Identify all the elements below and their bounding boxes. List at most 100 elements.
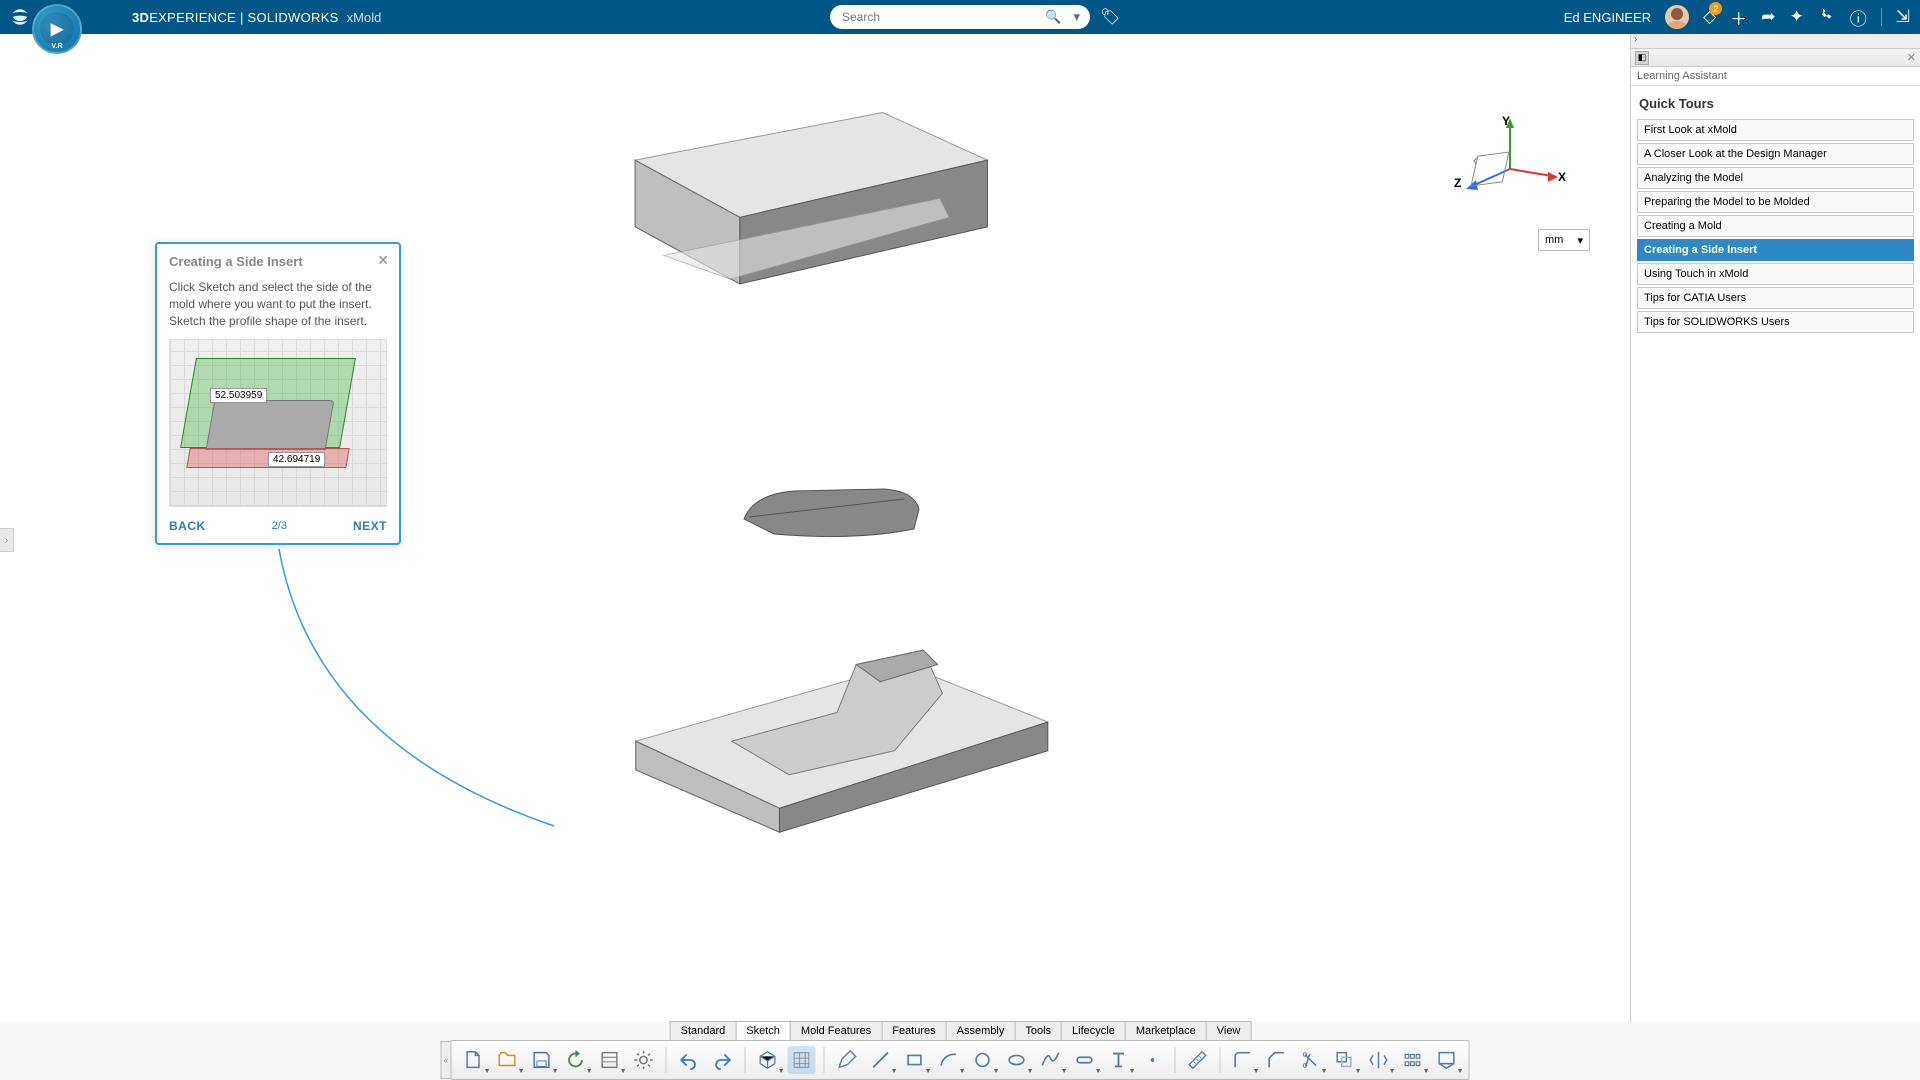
command-tab[interactable]: Mold Features [790,1021,882,1040]
panel-title: Learning Assistant [1631,67,1920,86]
search-icon[interactable]: 🔍 [1039,9,1067,25]
chevron-down-icon: ▼ [778,1068,785,1075]
tool-spline[interactable]: ▼ [1037,1046,1065,1074]
tour-item[interactable]: Creating a Side Insert [1637,239,1914,261]
app-header: ▶ V.R 3DEXPERIENCE | SOLIDWORKS xMold 🔍 … [0,0,1920,34]
brand-prefix: 3D [132,10,149,25]
share-icon[interactable]: ➦ [1761,7,1775,27]
expand-left-handle[interactable]: › [0,528,14,552]
close-icon[interactable]: ✕ [377,252,389,269]
tool-undo[interactable] [675,1046,703,1074]
tool-trim[interactable]: ▼ [1297,1046,1325,1074]
tool-settings[interactable] [630,1046,658,1074]
tool-rect[interactable]: ▼ [901,1046,929,1074]
tool-properties[interactable]: ▼ [596,1046,624,1074]
command-tab[interactable]: Standard [670,1021,737,1040]
compass-play-icon: ▶ [40,12,74,46]
tool-view-orient[interactable]: ▼ [754,1046,782,1074]
collab-icon[interactable] [1818,6,1836,29]
search-input[interactable] [842,10,1039,24]
command-tab[interactable]: Features [881,1021,946,1040]
network-icon[interactable]: ✦ [1790,7,1804,27]
tool-redo[interactable] [709,1046,737,1074]
tool-mirror[interactable]: ▼ [1365,1046,1393,1074]
assistant-tab-icon[interactable]: ◧ [1635,51,1649,65]
tag-icon[interactable]: 🏷 [1100,7,1120,27]
tool-new[interactable]: ▼ [460,1046,488,1074]
tour-item[interactable]: Creating a Mold [1637,215,1914,237]
tool-line[interactable]: ▼ [867,1046,895,1074]
toolbar-expand-handle[interactable]: « [441,1041,451,1079]
units-value: mm [1545,234,1563,246]
notification-icon[interactable]: ◇2 [1703,7,1716,27]
tool-pattern[interactable]: ▼ [1399,1046,1427,1074]
units-dropdown[interactable]: mm▾ [1538,229,1590,251]
tool-chamfer-sk[interactable] [1263,1046,1291,1074]
toolbar-separator [824,1047,825,1073]
tool-edit-sketch[interactable] [833,1046,861,1074]
tool-point[interactable] [1139,1046,1167,1074]
chevron-down-icon: ▼ [484,1068,491,1075]
tour-item[interactable]: Preparing the Model to be Molded [1637,191,1914,213]
chevron-down-icon: ▼ [1129,1068,1136,1075]
chevron-down-icon: ▼ [1457,1068,1464,1075]
help-icon[interactable]: ⓘ [1850,5,1867,30]
tour-item[interactable]: First Look at xMold [1637,119,1914,141]
app-name: xMold [347,10,382,25]
command-toolbar: « ▼▼▼▼▼▼▼▼▼▼▼▼▼▼▼▼▼▼▼▼ [451,1040,1470,1080]
tool-offset[interactable]: ▼ [1331,1046,1359,1074]
command-tab[interactable]: Tools [1014,1021,1062,1040]
tool-save[interactable]: ▼ [528,1046,556,1074]
dimension-b: 42.694719 [268,452,325,467]
dialog-illustration: 52.503959 42.694719 [169,339,387,507]
chevron-down-icon: ▼ [1253,1068,1260,1075]
panel-tab-strip[interactable]: › [1631,34,1920,49]
tool-circle[interactable]: ▼ [969,1046,997,1074]
compass-subtext: V.R [51,43,62,50]
panel-collapse-arrow[interactable]: ‹ [1473,152,1478,170]
avatar[interactable] [1665,5,1689,29]
command-tab[interactable]: Marketplace [1125,1021,1207,1040]
command-tab[interactable]: Assembly [946,1021,1016,1040]
next-button[interactable]: NEXT [353,519,387,533]
tour-item[interactable]: Using Touch in xMold [1637,263,1914,285]
tool-open[interactable]: ▼ [494,1046,522,1074]
tool-measure[interactable] [1184,1046,1212,1074]
tool-project[interactable]: ▼ [1433,1046,1461,1074]
tool-slot[interactable]: ▼ [1071,1046,1099,1074]
search-box[interactable]: 🔍 ▾ [830,5,1090,29]
tool-update[interactable]: ▼ [562,1046,590,1074]
compass-widget[interactable]: ▶ V.R [32,4,82,54]
chevron-down-icon: ▼ [586,1068,593,1075]
tour-item[interactable]: Analyzing the Model [1637,167,1914,189]
tour-item[interactable]: A Closer Look at the Design Manager [1637,143,1914,165]
panel-tab-header: ◧ ✕ [1631,49,1920,67]
chevron-down-icon: ▼ [891,1068,898,1075]
chevron-down-icon: ▼ [1061,1068,1068,1075]
chevron-down-icon: ▼ [1095,1068,1102,1075]
command-tab-row: StandardSketchMold FeaturesFeaturesAssem… [670,1021,1251,1040]
header-right: Ed ENGINEER ◇2 ＋ ➦ ✦ ⓘ ⇲ [1564,5,1920,30]
3d-viewport[interactable]: › [0,34,1630,1022]
command-tab[interactable]: Lifecycle [1061,1021,1126,1040]
brand-title: 3DEXPERIENCE | SOLIDWORKS [132,10,339,25]
command-tab[interactable]: View [1206,1021,1252,1040]
tool-text[interactable]: ▼ [1105,1046,1133,1074]
tool-fillet-sk[interactable]: ▼ [1229,1046,1257,1074]
search-dropdown-icon[interactable]: ▾ [1067,9,1086,25]
tool-ellipse[interactable]: ▼ [1003,1046,1031,1074]
main-area: › [0,34,1920,1022]
user-name[interactable]: Ed ENGINEER [1564,10,1651,25]
tool-arc[interactable]: ▼ [935,1046,963,1074]
back-button[interactable]: BACK [169,519,206,533]
add-icon[interactable]: ＋ [1730,5,1747,30]
callout-connector [274,544,574,834]
panel-close-icon[interactable]: ✕ [1907,51,1916,64]
model-upper-mold [587,103,1007,303]
tour-item[interactable]: Tips for CATIA Users [1637,287,1914,309]
command-tab[interactable]: Sketch [735,1021,791,1040]
tool-grid[interactable] [788,1046,816,1074]
chevron-down-icon: ▼ [993,1068,1000,1075]
collapse-icon[interactable]: ⇲ [1896,7,1910,27]
tour-item[interactable]: Tips for SOLIDWORKS Users [1637,311,1914,333]
